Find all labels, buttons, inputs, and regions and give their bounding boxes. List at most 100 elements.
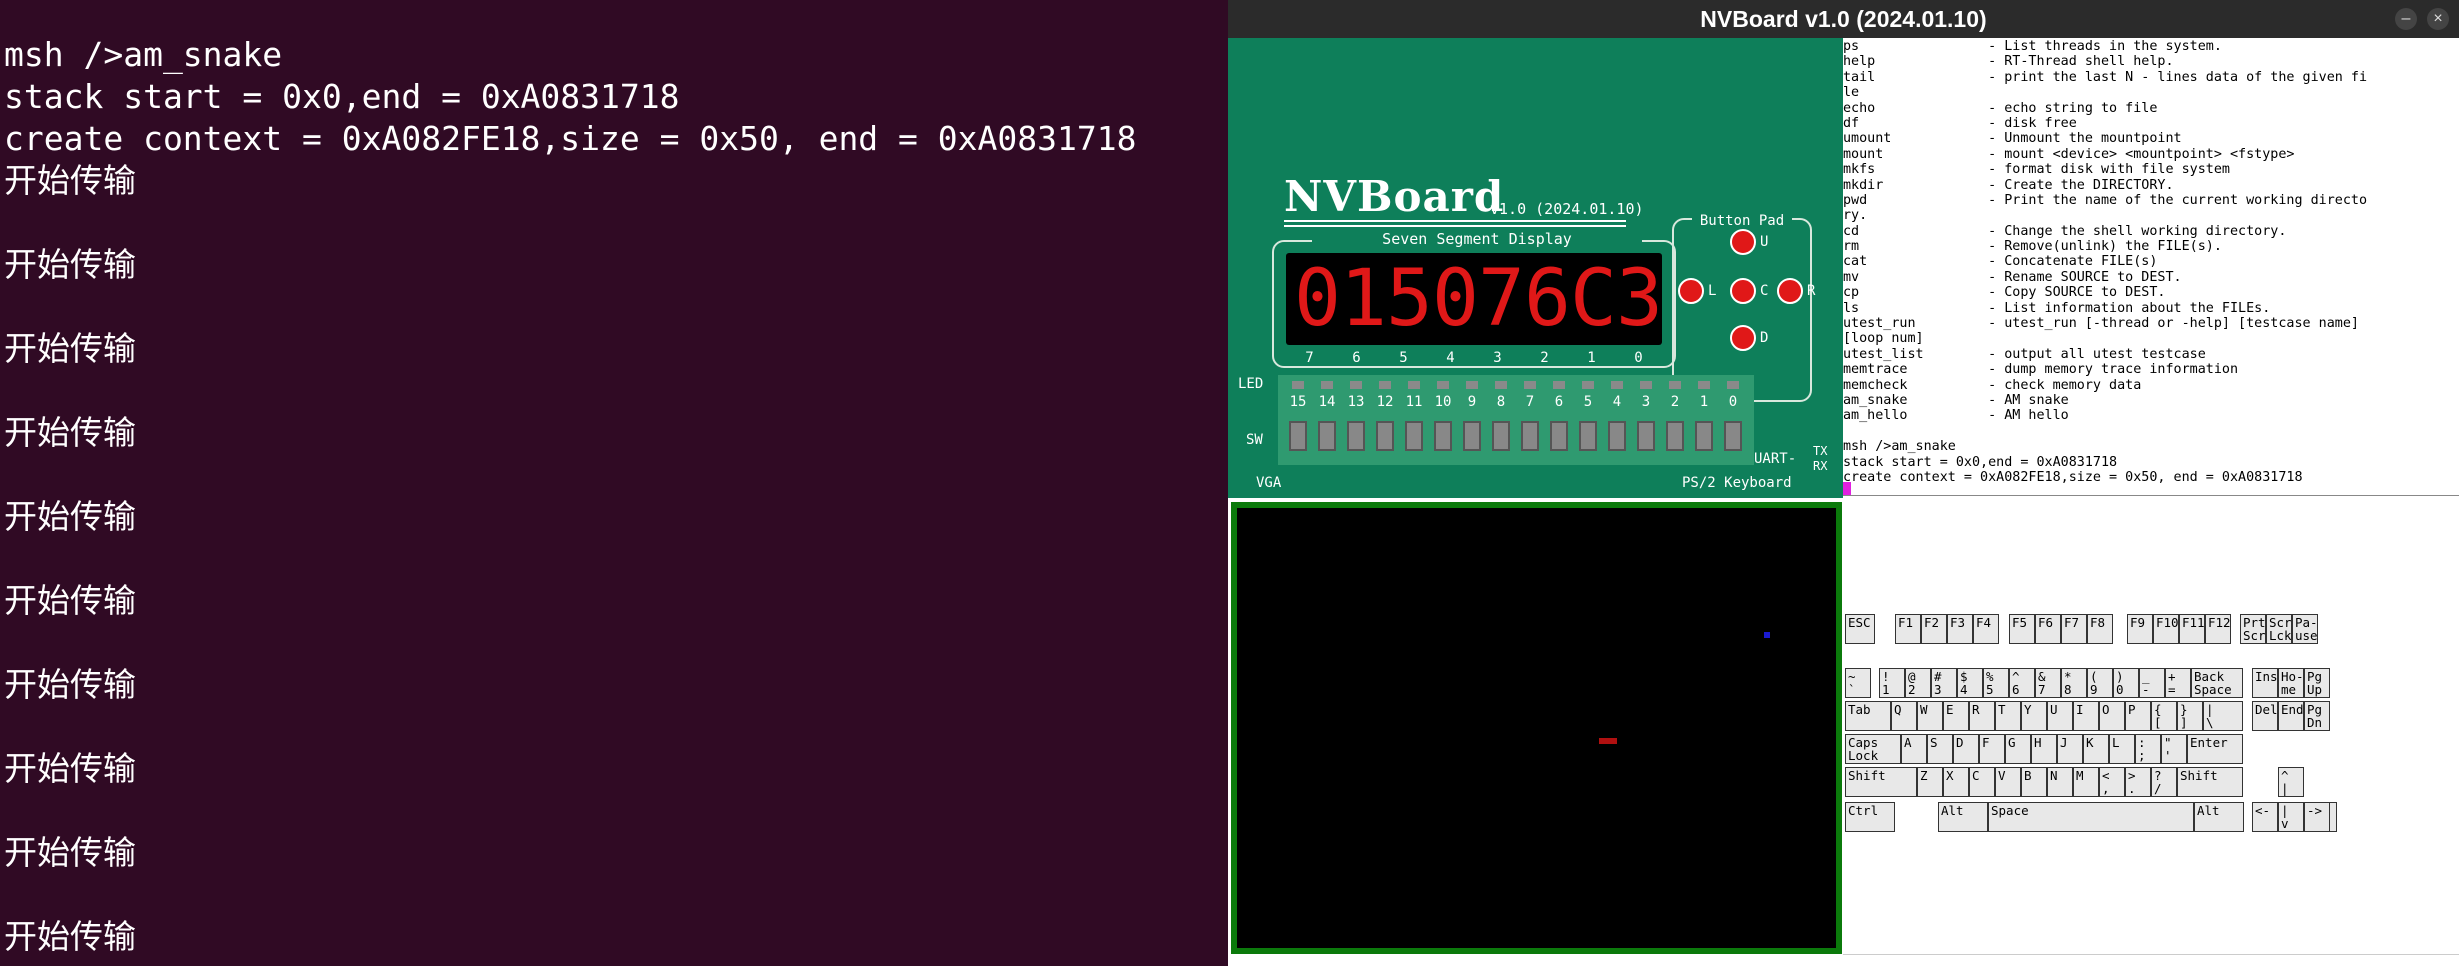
button-left[interactable] [1678,278,1704,304]
key-f10[interactable]: F10 [2153,614,2179,644]
key-k5[interactable]: % 5 [1983,668,2009,698]
key-f3[interactable]: F3 [1947,614,1973,644]
key-enter[interactable]: Enter [2187,734,2243,764]
key-f5[interactable]: F5 [2009,614,2035,644]
key-lctrl[interactable]: Ctrl [1845,802,1895,832]
key-tab[interactable]: Tab [1845,701,1891,731]
key-i[interactable]: I [2073,701,2099,731]
key-j[interactable]: J [2057,734,2083,764]
key-right[interactable]: -> [2304,802,2330,832]
key-l[interactable]: L [2109,734,2135,764]
key-t[interactable]: T [1995,701,2021,731]
key-slash[interactable]: ? / [2151,767,2177,797]
uart-terminal[interactable]: ps - List threads in the system. help - R… [1843,38,2459,493]
switch-11[interactable] [1405,421,1423,451]
key-k0[interactable]: ) 0 [2113,668,2139,698]
key-f4[interactable]: F4 [1973,614,1999,644]
key-a[interactable]: A [1901,734,1927,764]
key-k4[interactable]: $ 4 [1957,668,1983,698]
button-center[interactable] [1730,278,1756,304]
key-k6[interactable]: ^ 6 [2009,668,2035,698]
key-backslash[interactable]: | \ [2203,701,2243,731]
switch-9[interactable] [1463,421,1481,451]
key-r[interactable]: R [1969,701,1995,731]
key-x[interactable]: X [1943,767,1969,797]
key-comma[interactable]: < , [2099,767,2125,797]
key-f11[interactable]: F11 [2179,614,2205,644]
switch-3[interactable] [1637,421,1655,451]
key-g[interactable]: G [2005,734,2031,764]
key-k7[interactable]: & 7 [2035,668,2061,698]
switch-2[interactable] [1666,421,1684,451]
key-w[interactable]: W [1917,701,1943,731]
key-o[interactable]: O [2099,701,2125,731]
key-y[interactable]: Y [2021,701,2047,731]
switch-7[interactable] [1521,421,1539,451]
key-f7[interactable]: F7 [2061,614,2087,644]
terminal-output[interactable]: msh />am_snake stack start = 0x0,end = 0x… [0,0,1228,966]
switch-14[interactable] [1318,421,1336,451]
switch-8[interactable] [1492,421,1510,451]
key-p[interactable]: P [2125,701,2151,731]
key-q[interactable]: Q [1891,701,1917,731]
key-h[interactable]: H [2031,734,2057,764]
key-v[interactable]: V [1995,767,2021,797]
switch-1[interactable] [1695,421,1713,451]
close-button[interactable]: × [2427,8,2449,30]
key-u[interactable]: U [2047,701,2073,731]
key-down[interactable]: | v [2278,802,2304,832]
key-rbrace[interactable]: } ] [2177,701,2203,731]
key-backspace[interactable]: Back Space [2191,668,2243,698]
key-quote[interactable]: " ' [2161,734,2187,764]
key-caps[interactable]: Caps Lock [1845,734,1901,764]
switch-6[interactable] [1550,421,1568,451]
key-lbrace[interactable]: { [ [2151,701,2177,731]
button-down[interactable] [1730,325,1756,351]
window-titlebar[interactable]: NVBoard v1.0 (2024.01.10) – × [1228,0,2459,38]
key-equal[interactable]: + = [2165,668,2191,698]
key-scrlck[interactable]: Scr Lck [2266,614,2292,644]
button-up[interactable] [1730,229,1756,255]
button-right[interactable] [1777,278,1803,304]
switch-12[interactable] [1376,421,1394,451]
key-space[interactable]: Space [1988,802,2194,832]
key-s[interactable]: S [1927,734,1953,764]
key-home[interactable]: Ho- me [2278,668,2304,698]
switch-15[interactable] [1289,421,1307,451]
key-f2[interactable]: F2 [1921,614,1947,644]
key-f9[interactable]: F9 [2127,614,2153,644]
key-d[interactable]: D [1953,734,1979,764]
key-k1[interactable]: ! 1 [1879,668,1905,698]
key-esc[interactable]: ESC [1845,614,1875,644]
key-f6[interactable]: F6 [2035,614,2061,644]
key-up[interactable]: ^ | [2278,767,2304,797]
key-k2[interactable]: @ 2 [1905,668,1931,698]
switch-13[interactable] [1347,421,1365,451]
key-pgup[interactable]: Pg Up [2304,668,2330,698]
key-f8[interactable]: F8 [2087,614,2113,644]
switch-4[interactable] [1608,421,1626,451]
key-e[interactable]: E [1943,701,1969,731]
key-minus[interactable]: _ - [2139,668,2165,698]
key-rshift[interactable]: Shift [2177,767,2243,797]
key-left[interactable]: <- [2252,802,2278,832]
key-del[interactable]: Del [2252,701,2278,731]
key-n[interactable]: N [2047,767,2073,797]
key-k[interactable]: K [2083,734,2109,764]
key-k3[interactable]: # 3 [1931,668,1957,698]
switch-5[interactable] [1579,421,1597,451]
key-period[interactable]: > . [2125,767,2151,797]
key-k9[interactable]: ( 9 [2087,668,2113,698]
key-m[interactable]: M [2073,767,2099,797]
key-prtscr[interactable]: Prt Scr [2240,614,2266,644]
key-f[interactable]: F [1979,734,2005,764]
key-pause[interactable]: Pa- use [2292,614,2318,644]
key-pgdn[interactable]: Pg Dn [2304,701,2330,731]
key-b[interactable]: B [2021,767,2047,797]
key-k8[interactable]: * 8 [2061,668,2087,698]
switch-10[interactable] [1434,421,1452,451]
key-f1[interactable]: F1 [1895,614,1921,644]
key-semicolon[interactable]: : ; [2135,734,2161,764]
key-ins[interactable]: Ins [2252,668,2278,698]
key-f12[interactable]: F12 [2205,614,2231,644]
